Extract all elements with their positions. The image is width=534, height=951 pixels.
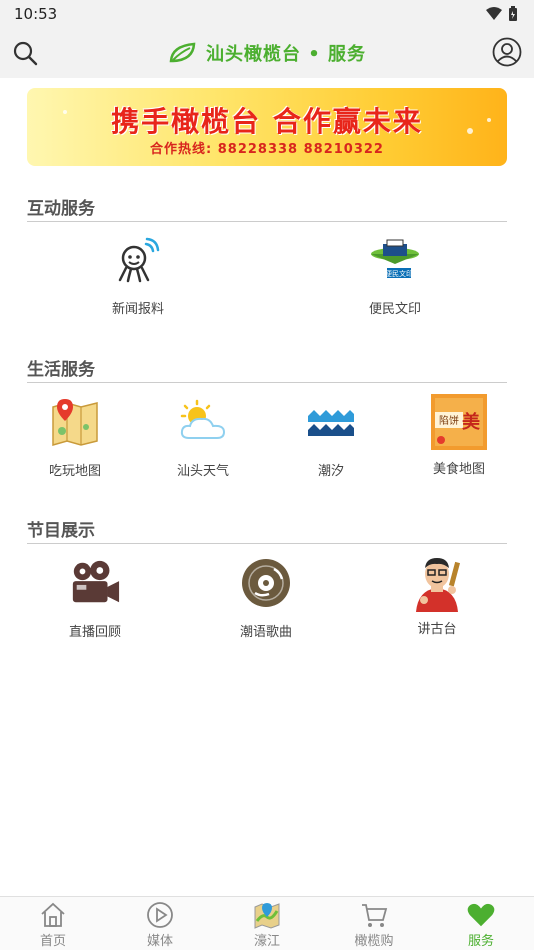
- section-divider: [27, 221, 507, 222]
- service-label: 吃玩地图: [48, 464, 101, 479]
- tab-service[interactable]: 服务: [428, 897, 534, 951]
- service-food-map[interactable]: 陷饼 美 美食地图: [409, 394, 509, 477]
- tab-label: 首页: [39, 934, 66, 949]
- program-chaozhou-songs[interactable]: 潮语歌曲: [216, 557, 316, 640]
- program-storyteller[interactable]: 讲古台: [387, 554, 487, 637]
- section-title-life: 生活服务: [27, 360, 95, 380]
- cart-icon: [360, 901, 388, 929]
- bottom-tab-bar: 首页 媒体 濠江 橄榄购 服务: [0, 896, 534, 950]
- tab-media[interactable]: 媒体: [107, 897, 213, 951]
- tab-home[interactable]: 首页: [0, 897, 106, 951]
- tab-label: 媒体: [146, 934, 173, 949]
- svg-text:便民文印: 便民文印: [385, 269, 413, 278]
- banner-hotline: 合作热线: 88228338 88210322: [150, 142, 384, 157]
- tab-shop[interactable]: 橄榄购: [321, 897, 427, 951]
- play-icon: [146, 901, 174, 929]
- section-divider: [27, 382, 507, 383]
- tab-label: 濠江: [253, 934, 280, 949]
- section-divider: [27, 543, 507, 544]
- section-title-interactive: 互动服务: [27, 199, 95, 219]
- service-news-report[interactable]: 新闻报料: [88, 234, 188, 317]
- tab-haojiang[interactable]: 濠江: [214, 897, 320, 951]
- svg-text:美: 美: [462, 411, 480, 433]
- weather-icon: [177, 396, 229, 448]
- program-live-replay[interactable]: 直播回顾: [45, 557, 145, 640]
- status-bar: 10:53: [0, 0, 534, 28]
- print-icon: 便民文印: [369, 234, 421, 286]
- food-map-icon: 陷饼 美: [431, 394, 487, 450]
- battery-icon: [509, 6, 517, 21]
- app-bar: 汕头橄榄台 • 服务: [0, 28, 534, 78]
- map-icon: [253, 901, 281, 929]
- service-tide[interactable]: 潮汐: [281, 396, 381, 479]
- tab-label: 橄榄购: [354, 934, 394, 949]
- service-label: 直播回顾: [68, 625, 121, 640]
- service-print[interactable]: 便民文印 便民文印: [345, 234, 445, 317]
- leaf-logo-icon: [169, 42, 196, 63]
- profile-icon[interactable]: [492, 37, 522, 67]
- svg-text:陷饼: 陷饼: [439, 414, 459, 427]
- tide-icon: [305, 396, 357, 448]
- heart-icon: [467, 901, 495, 929]
- service-label: 潮汐: [317, 464, 344, 479]
- service-label: 潮语歌曲: [239, 625, 292, 640]
- disc-icon: [240, 557, 292, 609]
- promo-banner[interactable]: 携手橄榄台 合作赢未来 合作热线: 88228338 88210322: [27, 88, 507, 166]
- home-icon: [39, 901, 67, 929]
- storyteller-icon: [408, 554, 466, 612]
- title-text: 汕头橄榄台 • 服务: [205, 44, 367, 65]
- service-label: 汕头天气: [176, 464, 229, 479]
- page-title: 汕头橄榄台 • 服务: [0, 40, 534, 66]
- map-pin-icon: [49, 396, 101, 448]
- service-weather[interactable]: 汕头天气: [153, 396, 253, 479]
- service-fun-map[interactable]: 吃玩地图: [25, 396, 125, 479]
- service-label: 新闻报料: [111, 302, 164, 317]
- status-time: 10:53: [14, 5, 58, 23]
- service-label: 美食地图: [432, 462, 485, 477]
- section-title-programs: 节目展示: [27, 521, 95, 541]
- banner-headline: 携手橄榄台 合作赢未来: [111, 105, 423, 138]
- wifi-icon: [486, 7, 502, 20]
- service-label: 便民文印: [368, 302, 421, 317]
- reporter-icon: [112, 234, 164, 286]
- tab-label: 服务: [467, 934, 494, 949]
- service-label: 讲古台: [417, 622, 457, 637]
- camera-icon: [69, 557, 121, 609]
